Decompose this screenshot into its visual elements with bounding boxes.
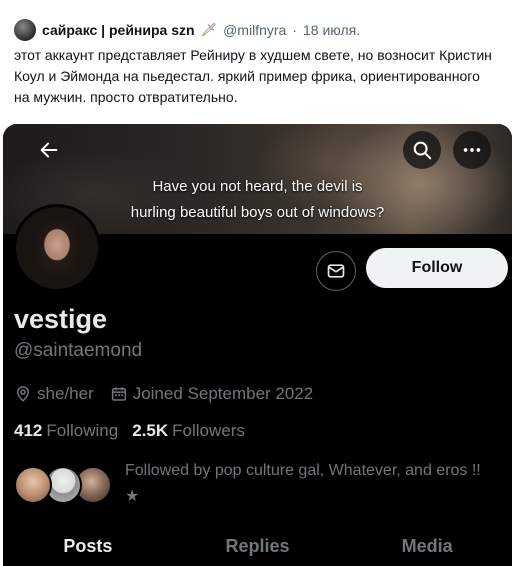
separator-dot: · [292, 22, 297, 38]
profile-display-name: vestige [14, 304, 108, 334]
tab-replies[interactable]: Replies [173, 526, 343, 566]
profile-avatar[interactable] [13, 204, 101, 292]
envelope-icon [327, 264, 345, 278]
search-button[interactable] [403, 131, 441, 169]
back-button[interactable] [30, 131, 68, 169]
followers-count: 2.5K [132, 421, 169, 440]
tweet-author-avatar[interactable] [14, 19, 36, 41]
message-button[interactable] [316, 251, 356, 291]
profile-meta: she/her Joined September 2022 [14, 383, 329, 405]
more-horizontal-icon [463, 148, 481, 152]
banner-caption-line1: Have you not heard, the devil is [152, 178, 363, 195]
location-pin-icon [16, 386, 30, 402]
followers-label: Followers [172, 421, 245, 440]
quote-tweet: сайракс | рейнира szn 🗡 @milfnyra · 18 и… [0, 0, 515, 124]
tweet-text: этот аккаунт представляет Рейниру в худш… [14, 47, 492, 105]
follow-button[interactable]: Follow [366, 248, 508, 288]
follow-counts: 412 Following 2.5K Followers [14, 421, 245, 441]
tweet-header: сайракс | рейнира szn 🗡 @milfnyra · 18 и… [14, 19, 360, 41]
profile-card: Have you not heard, the devil is hurling… [3, 124, 512, 566]
tweet-date[interactable]: 18 июля. [303, 22, 360, 38]
following-count: 412 [14, 421, 43, 440]
profile-handle: @saintaemond [14, 340, 143, 361]
calendar-icon [111, 387, 126, 401]
pronouns: she/her [14, 384, 94, 404]
followers-link[interactable]: 2.5K Followers [132, 421, 245, 441]
following-label: Following [46, 421, 119, 440]
tab-media[interactable]: Media [342, 526, 512, 566]
dagger-emoji-icon: 🗡 [200, 22, 218, 37]
tweet-author-name[interactable]: сайракс | рейнира szn [42, 22, 195, 38]
follower-avatar [14, 466, 52, 504]
following-link[interactable]: 412 Following [14, 421, 118, 441]
join-date: Joined September 2022 [110, 384, 314, 404]
tab-posts[interactable]: Posts [3, 526, 173, 566]
search-icon [413, 141, 432, 160]
followed-by-text: Followed by pop culture gal, Whatever, a… [125, 462, 481, 505]
pronouns-text: she/her [37, 384, 94, 403]
tweet-author-handle[interactable]: @milfnyra [223, 22, 286, 38]
followed-by[interactable]: Followed by pop culture gal, Whatever, a… [14, 458, 504, 514]
arrow-left-icon [40, 142, 58, 158]
more-button[interactable] [453, 131, 491, 169]
profile-tabs: Posts Replies Media [3, 526, 512, 566]
join-date-text: Joined September 2022 [132, 384, 314, 403]
